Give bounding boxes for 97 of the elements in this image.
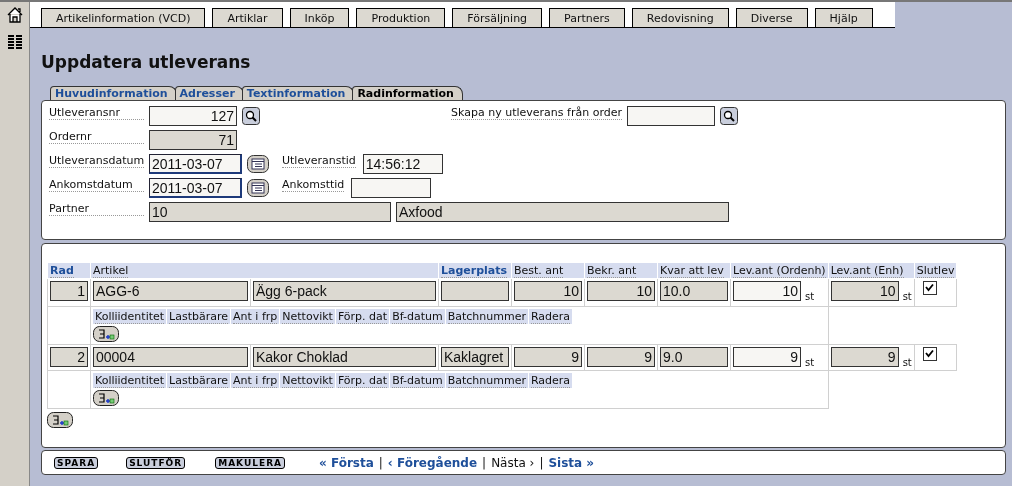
quantity-field[interactable]: 10 <box>733 281 801 301</box>
column-header: Lev.ant (Enh) <box>830 264 904 278</box>
add-row-icon[interactable] <box>93 390 119 406</box>
table-cell: 9 <box>830 347 899 367</box>
nav-tab[interactable]: Redovisning <box>631 8 729 27</box>
tab[interactable]: Radinformation <box>352 86 463 100</box>
tab[interactable]: Adresser <box>174 86 244 100</box>
field-label: Partner <box>49 202 144 216</box>
separator: | <box>539 455 544 470</box>
column-header: Ant i frp <box>231 373 281 388</box>
date-field[interactable]: 2011-03-07 <box>149 154 242 174</box>
column-header: Batchnummer <box>445 373 529 388</box>
unit-label: st <box>902 291 912 302</box>
add-row-icon[interactable] <box>93 326 119 342</box>
menu-icon[interactable] <box>7 35 22 49</box>
table-cell: Ägg 6-pack <box>253 281 436 301</box>
column-header: Best. ant <box>514 264 564 278</box>
pager-link[interactable]: ‹ Föregående <box>387 455 478 470</box>
table-cell: Kaklagret <box>441 347 509 367</box>
field-label: Ankomstdatum <box>49 178 144 192</box>
column-header: Bekr. ant <box>587 264 637 278</box>
column-header: Batchnummer <box>445 309 529 324</box>
unit-label: st <box>805 357 815 368</box>
unit-label: st <box>902 357 912 368</box>
calendar-icon[interactable] <box>247 155 269 173</box>
nav-tab[interactable]: Artiklar <box>212 8 283 27</box>
pager-link[interactable]: Sista » <box>548 455 595 470</box>
column-header: Bf-datum <box>390 309 446 324</box>
search-icon[interactable] <box>242 107 260 125</box>
nav-tab[interactable]: Försäljning <box>452 8 543 27</box>
column-header: Radera <box>528 373 574 388</box>
action-button[interactable]: MAKULERA <box>215 456 286 469</box>
table-cell: Kakor Choklad <box>253 347 436 367</box>
table-cell: 10 <box>514 281 582 301</box>
input-field: 71 <box>149 130 237 150</box>
column-header: Kolliidentitet <box>93 373 168 388</box>
nav-tab[interactable]: Partners <box>549 8 625 27</box>
table-cell: 9 <box>587 347 655 367</box>
input-field: 10 <box>149 202 391 222</box>
column-header: Nettovikt <box>280 309 336 324</box>
pager-link[interactable]: Nästa › <box>491 455 535 470</box>
field-label: Utleveransdatum <box>49 154 144 168</box>
quantity-field[interactable]: 9 <box>733 347 801 367</box>
input-field[interactable]: 14:56:12 <box>362 154 443 174</box>
column-header: Slutlev <box>916 264 955 278</box>
column-header: Ant i frp <box>231 309 281 324</box>
column-header: Lev.ant (Ordenh) <box>733 264 826 278</box>
field-label: Skapa ny utleverans från order <box>451 106 622 120</box>
column-header: Nettovikt <box>280 373 336 388</box>
table-cell: 1 <box>50 281 88 301</box>
column-header: Förp. dat <box>335 373 391 388</box>
nav-tab[interactable]: Produktion <box>356 8 446 27</box>
action-button[interactable]: SPARA <box>54 456 99 469</box>
column-header: Artikel <box>93 264 129 278</box>
field-label: Ordernr <box>49 130 144 144</box>
separator: | <box>482 455 487 470</box>
table-cell: 9 <box>514 347 582 367</box>
date-field[interactable]: 2011-03-07 <box>149 178 242 198</box>
tab[interactable]: Textinformation <box>241 86 355 100</box>
column-header: Förp. dat <box>335 309 391 324</box>
checkbox[interactable] <box>922 347 937 361</box>
page-title: Uppdatera utleverans <box>41 52 252 72</box>
nav-tab[interactable]: Diverse <box>735 8 808 27</box>
nav-tab[interactable]: Artikelinformation (VCD) <box>41 8 206 27</box>
input-field[interactable] <box>351 178 432 198</box>
column-header: Lastbärare <box>167 309 232 324</box>
table-cell: 00004 <box>93 347 248 367</box>
nav-tab[interactable]: Hjälp <box>814 8 873 27</box>
action-button[interactable]: SLUTFÖR <box>126 456 186 469</box>
table-cell: 9.0 <box>660 347 728 367</box>
column-header: Kvar att lev <box>660 264 724 278</box>
add-row-icon[interactable] <box>47 412 73 428</box>
home-icon[interactable] <box>5 6 24 24</box>
input-field: Axfood <box>396 202 729 222</box>
table-cell: 10 <box>587 281 655 301</box>
checkbox[interactable] <box>922 281 937 295</box>
table-cell: 10 <box>830 281 899 301</box>
input-field[interactable] <box>627 106 715 126</box>
search-icon[interactable] <box>720 107 738 125</box>
calendar-icon[interactable] <box>247 179 269 197</box>
column-header: Radera <box>528 309 574 324</box>
table-cell <box>441 281 509 301</box>
table-cell: 2 <box>50 347 88 367</box>
column-header: Lastbärare <box>167 373 232 388</box>
field-label: Utleveranstid <box>282 154 356 168</box>
nav-tab[interactable]: Inköp <box>289 8 350 27</box>
column-header: Kolliidentitet <box>93 309 168 324</box>
separator: | <box>378 455 383 470</box>
tab[interactable]: Huvudinformation <box>50 86 177 100</box>
field-label: Utleveransnr <box>49 106 144 120</box>
column-header: Bf-datum <box>390 373 446 388</box>
pager-link[interactable]: « Första <box>319 455 374 470</box>
table-cell: 10.0 <box>660 281 728 301</box>
table-cell: AGG-6 <box>93 281 248 301</box>
input-field[interactable]: 127 <box>149 106 237 126</box>
field-label: Ankomsttid <box>282 178 345 192</box>
unit-label: st <box>805 291 815 302</box>
